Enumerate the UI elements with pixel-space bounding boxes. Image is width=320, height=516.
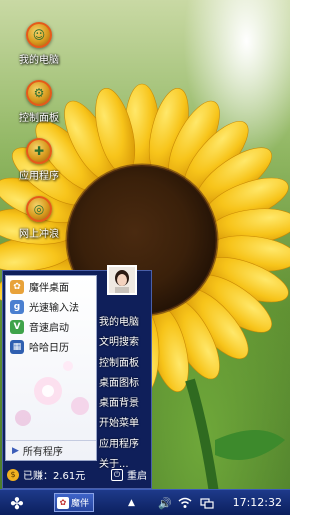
taskbar: ✤ ✿ 魔伴 ▲ 🔊 17:12:32 [0,489,290,515]
pinwheel-icon: ✿ [57,496,69,509]
menu-link-start-menu[interactable]: 开始菜单 [99,414,151,434]
volume-button[interactable]: 🔊 [158,490,172,516]
keyboard-g-icon: g [10,299,24,314]
desktop-icon-label: 控制面板 [19,113,59,124]
network-icon [200,498,214,509]
wifi-icon [178,497,192,508]
restart-button[interactable]: ⏻ 重启 [111,467,147,482]
app-item-lightspeed-input[interactable]: g 光速输入法 [6,297,96,316]
taskbar-app-label: 魔伴 [71,499,90,509]
desktop-icon-label: 网上冲浪 [19,229,59,240]
tray-expand-button[interactable]: ▲ [128,490,135,516]
user-avatar-image [109,267,135,293]
coin-icon: $ [7,468,19,481]
app-name: 音速启动 [29,323,69,334]
app-item-haha-calendar[interactable]: ▦ 哈哈日历 [6,337,96,356]
restart-label: 重启 [127,471,147,482]
arrow-right-icon: ▶ [12,445,19,456]
menu-link-my-computer[interactable]: 我的电脑 [99,313,151,333]
computer-icon: ☺ [26,22,52,48]
network-button[interactable] [200,490,214,516]
app-list-panel: ✿ 魔伴桌面 g 光速输入法 V 音速启动 ▦ 哈哈日历 ▶ 所有程序 [5,275,97,461]
start-menu: ✿ 魔伴桌面 g 光速输入法 V 音速启动 ▦ 哈哈日历 ▶ 所有程序 我的电脑 [2,265,152,489]
start-button[interactable]: ✤ [6,493,28,513]
desktop-icon-my-computer[interactable]: ☺ 我的电脑 [12,22,66,66]
clover-icon: ✤ [10,493,24,513]
v-launcher-icon: V [10,319,24,334]
taskbar-clock[interactable]: 17:12:32 [233,490,282,516]
calendar-icon: ▦ [10,339,24,354]
app-name: 魔伴桌面 [29,283,69,294]
earnings-label: 已赚：2.61元 [23,471,86,482]
desktop-icon-label: 应用程序 [19,171,59,182]
menu-link-applications[interactable]: 应用程序 [99,435,151,455]
volume-icon: 🔊 [158,496,172,510]
desktop-icon-control-panel[interactable]: ⚙ 控制面板 [12,80,66,124]
power-icon: ⏻ [111,468,123,481]
menu-link-desktop-background[interactable]: 桌面背景 [99,394,151,414]
control-panel-icon: ⚙ [26,80,52,106]
wifi-button[interactable] [178,490,192,516]
app-name: 哈哈日历 [29,343,69,354]
desktop-icon-label: 我的电脑 [19,55,59,66]
applications-icon: ✚ [26,138,52,164]
desktop-icon-applications[interactable]: ✚ 应用程序 [12,138,66,182]
all-programs-label: 所有程序 [22,447,63,458]
all-programs-button[interactable]: ▶ 所有程序 [6,440,96,460]
internet-icon: ◎ [26,196,52,222]
pinwheel-icon: ✿ [10,279,24,294]
menu-link-search[interactable]: 文明搜索 [99,333,151,353]
menu-link-control-panel[interactable]: 控制面板 [99,354,151,374]
start-menu-links: 我的电脑 文明搜索 控制面板 桌面图标 桌面背景 开始菜单 应用程序 关于... [99,313,151,475]
taskbar-app-button[interactable]: ✿ 魔伴 [54,493,94,512]
user-avatar[interactable] [107,265,137,295]
desktop-icon-internet[interactable]: ◎ 网上冲浪 [12,196,66,240]
chevron-up-icon: ▲ [128,498,135,508]
app-item-sonic-launcher[interactable]: V 音速启动 [6,317,96,336]
app-name: 光速输入法 [29,303,79,314]
sparkle-decoration [15,361,89,426]
start-menu-footer: $ 已赚：2.61元 ⏻ 重启 [3,461,151,488]
app-item-moban-desktop[interactable]: ✿ 魔伴桌面 [6,277,96,296]
menu-link-desktop-icons[interactable]: 桌面图标 [99,374,151,394]
earnings-display[interactable]: $ 已赚：2.61元 [7,467,85,482]
